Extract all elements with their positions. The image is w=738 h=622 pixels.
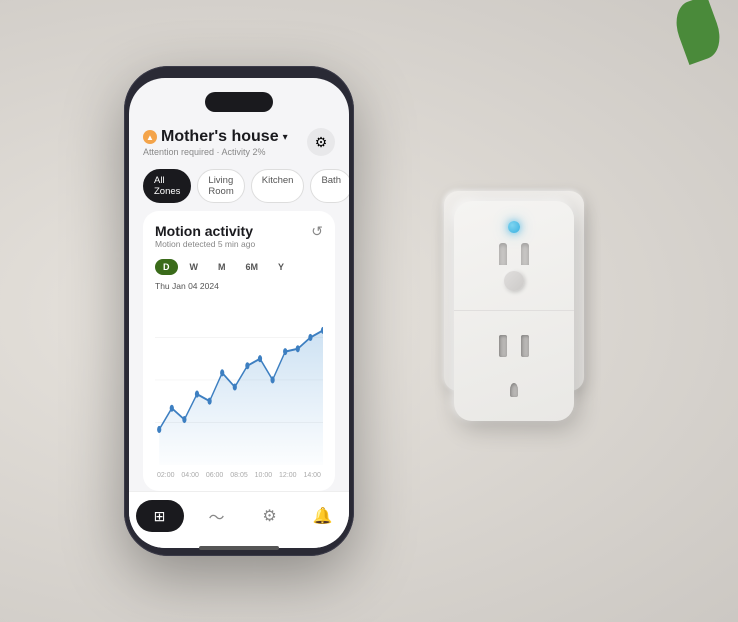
activity-icon: 〜 <box>208 504 224 528</box>
outlet-prong-ground <box>510 383 518 397</box>
nav-activity[interactable]: 〜 <box>197 500 237 532</box>
zone-tabs: All Zones Living Room Kitchen Bath <box>143 169 335 203</box>
activity-card: Motion activity Motion detected 5 min ag… <box>143 211 335 491</box>
card-header: Motion activity Motion detected 5 min ag… <box>155 223 323 257</box>
plug-button[interactable] <box>504 271 524 291</box>
header-subtitle: Attention required · Activity 2% <box>143 147 288 157</box>
history-icon[interactable]: ↺ <box>311 223 323 240</box>
plug-bottom-section <box>454 311 574 421</box>
bell-icon: 🔔 <box>313 506 333 526</box>
motion-chart <box>155 295 323 479</box>
x-label-1: 02:00 <box>157 472 175 479</box>
bottom-nav: ⊞ 〜 ⚙ 🔔 <box>129 491 349 548</box>
time-range-selector: D W M 6M Y <box>155 259 323 275</box>
nav-notifications[interactable]: 🔔 <box>303 500 343 532</box>
time-btn-y[interactable]: Y <box>270 259 292 275</box>
home-indicator <box>199 546 279 550</box>
tab-all-zones[interactable]: All Zones <box>143 169 191 203</box>
time-btn-m[interactable]: M <box>210 259 234 275</box>
nav-grid[interactable]: ⊞ <box>136 500 184 532</box>
dynamic-island <box>205 92 273 112</box>
time-btn-d[interactable]: D <box>155 259 178 275</box>
grid-icon: ⊞ <box>154 508 166 525</box>
time-btn-6m[interactable]: 6M <box>238 259 267 275</box>
x-label-2: 04:00 <box>181 472 199 479</box>
plug-prong-right <box>521 243 529 265</box>
house-title: Mother's house <box>161 128 279 146</box>
alert-icon: ▲ <box>143 130 157 144</box>
app-header: ▲ Mother's house ▾ Attention required · … <box>143 122 335 157</box>
card-subtitle: Motion detected 5 min ago <box>155 239 255 249</box>
date-label: Thu Jan 04 2024 <box>155 281 323 291</box>
tab-bath[interactable]: Bath <box>310 169 349 203</box>
x-label-5: 10:00 <box>255 472 273 479</box>
scene: ▲ Mother's house ▾ Attention required · … <box>0 0 738 622</box>
header-left: ▲ Mother's house ▾ Attention required · … <box>143 128 288 157</box>
header-title-row: ▲ Mother's house ▾ <box>143 128 288 146</box>
settings-icon: ⚙ <box>262 506 276 526</box>
plug-prong-left <box>499 243 507 265</box>
x-label-7: 14:00 <box>303 472 321 479</box>
plug-prong-row <box>499 243 529 265</box>
leaf-decoration <box>669 0 727 65</box>
chevron-icon[interactable]: ▾ <box>283 132 288 143</box>
phone: ▲ Mother's house ▾ Attention required · … <box>124 66 354 556</box>
plug-led <box>508 221 520 233</box>
outlet-prong-left <box>499 335 507 357</box>
time-btn-w[interactable]: W <box>182 259 207 275</box>
smart-plug-container <box>414 161 614 461</box>
tab-kitchen[interactable]: Kitchen <box>251 169 305 203</box>
x-axis-labels: 02:00 04:00 06:00 08:05 10:00 12:00 14:0… <box>155 472 323 479</box>
plug-top-section <box>454 201 574 311</box>
outlet-prong-row <box>499 335 529 357</box>
screen-content: ▲ Mother's house ▾ Attention required · … <box>129 78 349 491</box>
smart-plug <box>454 201 574 421</box>
x-label-6: 12:00 <box>279 472 297 479</box>
x-label-4: 08:05 <box>230 472 248 479</box>
outlet-prong-right <box>521 335 529 357</box>
card-title: Motion activity <box>155 223 255 239</box>
phone-screen: ▲ Mother's house ▾ Attention required · … <box>129 78 349 548</box>
card-title-group: Motion activity Motion detected 5 min ag… <box>155 223 255 257</box>
chart-area: 02:00 04:00 06:00 08:05 10:00 12:00 14:0… <box>155 295 323 479</box>
nav-settings[interactable]: ⚙ <box>250 500 290 532</box>
tab-living-room[interactable]: Living Room <box>197 169 244 203</box>
x-label-3: 06:00 <box>206 472 224 479</box>
settings-button[interactable]: ⚙ <box>307 128 335 156</box>
